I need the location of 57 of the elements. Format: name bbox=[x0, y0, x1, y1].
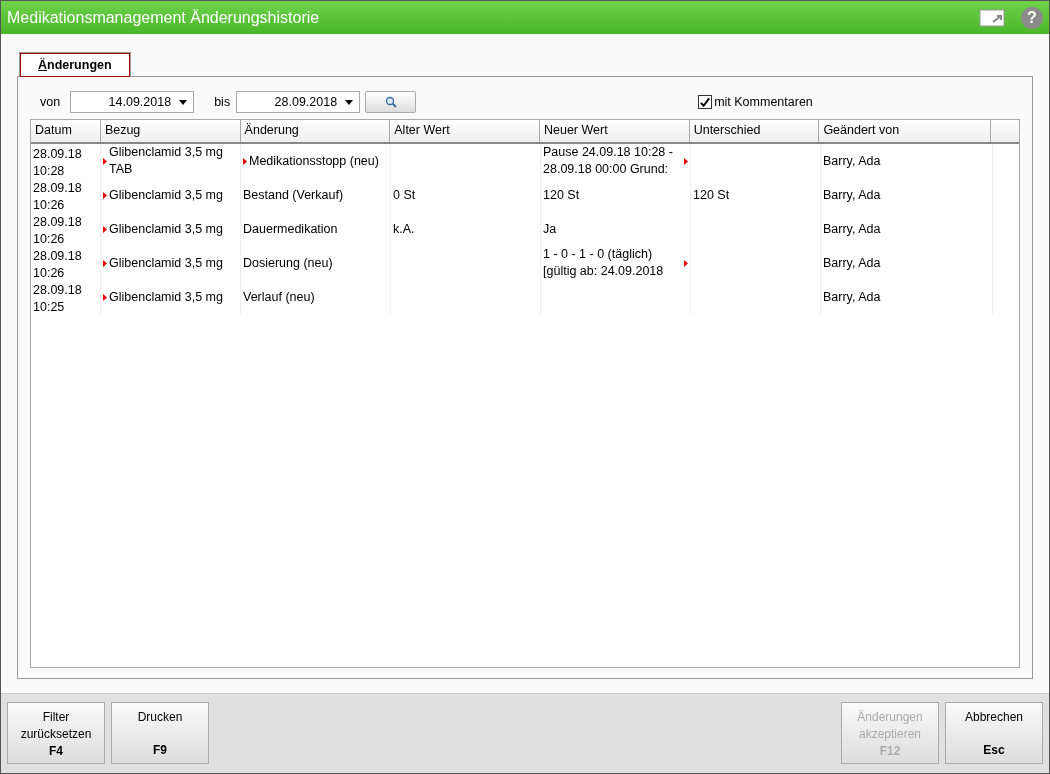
detail-marker-icon[interactable] bbox=[243, 157, 247, 165]
tab[interactable]: Änderungen bbox=[19, 52, 131, 77]
window-title: Medikationsmanagement Änderungshistorie bbox=[7, 8, 320, 27]
table-cell-text: 1 - 0 - 1 - 0 (täglich) [gültig ab: 24.09.2018 bbox=[543, 246, 665, 280]
table-cell: Glibenclamid 3,5 mg bbox=[109, 288, 223, 306]
from-date-field[interactable]: 14.09.2018 bbox=[70, 91, 195, 113]
table-cell: 120 St bbox=[693, 186, 730, 204]
table-cell-text: 28.09.18 10:28 bbox=[33, 146, 83, 180]
table-cell: Glibenclamid 3,5 mg bbox=[109, 220, 223, 238]
table-cell-text: Pause 24.09.18 10:28 - 28.09.18 00:00 Grund: bbox=[543, 144, 674, 178]
table-cell: Glibenclamid 3,5 mg bbox=[109, 186, 223, 204]
table-cell: Verlauf (neu) bbox=[243, 288, 315, 306]
search-button[interactable] bbox=[365, 91, 417, 113]
dropdown-caret-icon bbox=[179, 99, 188, 105]
table-cell: Barry, Ada bbox=[823, 186, 881, 204]
table-cell: Bestand (Verkauf) bbox=[243, 186, 344, 204]
dropdown-caret-icon bbox=[345, 99, 354, 105]
table-cell: Barry, Ada bbox=[823, 220, 881, 238]
table-cell: 120 St bbox=[543, 186, 580, 204]
detail-marker-icon[interactable] bbox=[684, 157, 688, 165]
table-cell-text: 28.09.18 10:26 bbox=[33, 180, 83, 214]
window-export-icon[interactable] bbox=[979, 7, 1007, 28]
detail-marker-icon[interactable] bbox=[684, 259, 688, 267]
detail-marker-icon[interactable] bbox=[103, 293, 107, 301]
checkbox[interactable] bbox=[698, 95, 713, 109]
table-cell: Ja bbox=[543, 220, 557, 238]
table-cell: Glibenclamid 3,5 mg bbox=[109, 254, 223, 272]
column-header[interactable]: Alter Wert bbox=[390, 120, 540, 142]
table-cell: Dauermedikation bbox=[243, 220, 338, 238]
table-cell: Medikationsstopp (neu) bbox=[249, 152, 379, 170]
column-header[interactable]: Datum bbox=[31, 120, 101, 142]
table-cell: Barry, Ada bbox=[823, 288, 881, 306]
to-label: bis bbox=[214, 95, 231, 109]
table-cell-text: Glibenclamid 3,5 mg TAB bbox=[109, 144, 224, 178]
detail-marker-icon[interactable] bbox=[103, 225, 107, 233]
function-button[interactable]: Abbrechen Esc bbox=[945, 702, 1043, 764]
table-cell-text: 28.09.18 10:25 bbox=[33, 282, 83, 316]
table-cell-text: 28.09.18 10:26 bbox=[33, 214, 83, 248]
column-header[interactable]: Unterschied bbox=[689, 120, 820, 142]
column-header[interactable]: Neuer Wert bbox=[539, 120, 690, 142]
table-cell: Barry, Ada bbox=[823, 152, 881, 170]
function-button[interactable]: Filter zurücksetzen F4 bbox=[7, 702, 105, 764]
table-cell: Barry, Ada bbox=[823, 254, 881, 272]
search-icon bbox=[384, 96, 397, 108]
table-cell: Dosierung (neu) bbox=[243, 254, 333, 272]
table-cell: 0 St bbox=[393, 186, 416, 204]
column-header[interactable]: Bezug bbox=[100, 120, 241, 142]
column-header[interactable]: Änderung bbox=[240, 120, 391, 142]
function-button[interactable]: Drucken F9 bbox=[111, 702, 209, 764]
from-label: von bbox=[40, 95, 61, 109]
column-header[interactable]: Geändert von bbox=[819, 120, 992, 142]
table-cell: k.A. bbox=[393, 220, 415, 238]
detail-marker-icon[interactable] bbox=[103, 259, 107, 267]
table-cell-text: 28.09.18 10:26 bbox=[33, 248, 83, 282]
detail-marker-icon[interactable] bbox=[103, 157, 107, 165]
detail-marker-icon[interactable] bbox=[103, 191, 107, 199]
to-date-field[interactable]: 28.09.2018 bbox=[236, 91, 361, 113]
